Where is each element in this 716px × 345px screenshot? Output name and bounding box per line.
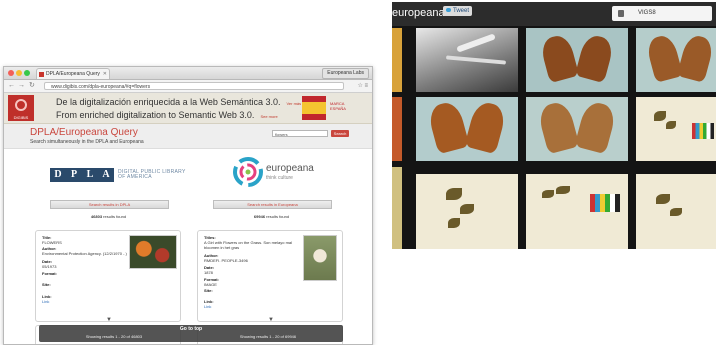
see-more-link[interactable]: See more [260,114,277,119]
forward-icon[interactable]: → [18,82,25,90]
page-title: DPLA/Europeana Query [30,127,138,138]
spain-flag-icon [302,96,326,120]
extension-icons[interactable]: ☆ ≡ [357,82,368,90]
butterfly-tile[interactable] [526,97,628,161]
card-date: 05/1973 [42,264,57,269]
color-calibration-chart [590,194,620,212]
result-thumbnail[interactable] [303,235,337,281]
card-label: Site: [42,282,51,287]
europeana-logo-icon [233,157,263,187]
results-footer: Go to top Showing results 1 - 20 of 4680… [39,325,343,342]
card-title: FLOWERS [42,240,62,245]
minimize-window-button[interactable] [16,70,22,76]
banner-line-en: From enriched digitalization to Semantic… [56,110,278,120]
herbarium-tile[interactable] [636,97,716,161]
card-author: Environmental Protection Agency. (12/2/1… [42,251,127,256]
result-thumbnail[interactable] [129,235,177,269]
herbarium-tile[interactable] [636,174,716,249]
image-tile[interactable] [392,167,402,249]
europeana-tagline: think culture [266,175,293,181]
card-link[interactable]: Link [204,304,211,309]
browser-window: DPLA/Europeana Query ✕ Europeana Labs ← … [3,66,373,345]
twitter-bird-icon [446,8,451,12]
europeana-title: europeana [392,7,445,19]
europeana-image-wall: europeana Tweet VIGS8 [392,2,716,249]
profile-button[interactable]: Europeana Labs [322,68,369,79]
tab-close-icon[interactable]: ✕ [103,69,107,79]
go-to-top-link[interactable]: Go to top [39,326,343,332]
page-subtitle: Search simultaneously in the DPLA and Eu… [30,139,144,145]
expand-arrow-icon[interactable]: ▼ [268,317,274,323]
banner-line-es: De la digitalización enriquecida a la We… [56,97,302,107]
ver-mas-link[interactable]: Ver más [286,101,301,106]
europeana-pagination-text: Showing results 1 - 20 of 69946 [239,334,297,339]
card-date: 1878 [204,270,213,275]
title-bar: DPLA/Europeana Query ✕ Europeana Labs [4,67,372,80]
card-label: Format: [42,271,57,276]
expand-arrow-icon[interactable]: ▼ [106,317,112,323]
dpla-result-count: 46803 results found [90,214,127,219]
europeana-logo-text: europeana [266,163,314,174]
dpla-pagination-text: Showing results 1 - 20 of 46803 [85,334,143,339]
europeana-results-button[interactable]: Search results in Europeana [213,200,332,209]
butterfly-tile[interactable] [416,97,518,161]
herbarium-tile[interactable] [416,174,518,249]
tweet-button[interactable]: Tweet [443,6,473,16]
card-title: A Girl with Flowers on the Grass. Son me… [204,240,293,250]
marca-espana-label: MARCA ESPAÑA [330,101,346,111]
toolbar: ← → ↻ www.digibis.com/dpla-europeana/#q=… [4,80,372,93]
header-banner: DIGIBIS De la digitalización enriquecida… [4,93,372,124]
card-label: Site: [204,288,213,293]
address-bar[interactable]: www.digibis.com/dpla-europeana/#q=flower… [44,82,344,90]
back-icon[interactable]: ← [8,82,15,90]
card-link[interactable]: Link [42,299,49,304]
search-input[interactable]: flowers [272,130,328,137]
dpla-logo-text: DIGITAL PUBLIC LIBRARY OF AMERICA [118,169,186,180]
dancer-photo-tile[interactable] [416,28,518,92]
page-header: DPLA/Europeana Query Search simultaneous… [4,124,372,149]
browser-tab[interactable]: DPLA/Europeana Query ✕ [36,68,110,79]
image-tile[interactable] [392,97,402,161]
favicon-icon [39,72,44,77]
herbarium-tile[interactable] [526,174,628,249]
close-window-button[interactable] [8,70,14,76]
grid-icon [618,10,624,17]
reload-icon[interactable]: ↻ [29,82,35,90]
butterfly-tile[interactable] [526,28,628,92]
europeana-result-card: Titles: A Girl with Flowers on the Grass… [197,230,343,323]
dpla-logo: DPLA [50,168,114,182]
search-button[interactable]: Search [331,130,349,137]
butterfly-tile[interactable] [636,28,716,92]
zoom-window-button[interactable] [24,70,30,76]
europeana-top-bar: europeana Tweet VIGS8 [392,2,716,26]
dpla-results-button[interactable]: Search results in DPLA [50,200,169,209]
card-format: IMAGE [204,282,217,287]
digibis-logo[interactable]: DIGIBIS [8,95,34,121]
image-tile[interactable] [392,28,402,92]
dpla-result-card: Title: FLOWERS Author: Environmental Pro… [35,230,181,323]
tab-title: DPLA/Europeana Query [46,71,100,77]
euro-search-input[interactable]: VIGS8 [612,6,712,21]
card-author: RMDEFI. PEOPLE-3496 [204,258,248,263]
europeana-result-count: 69946 results found [253,214,290,219]
